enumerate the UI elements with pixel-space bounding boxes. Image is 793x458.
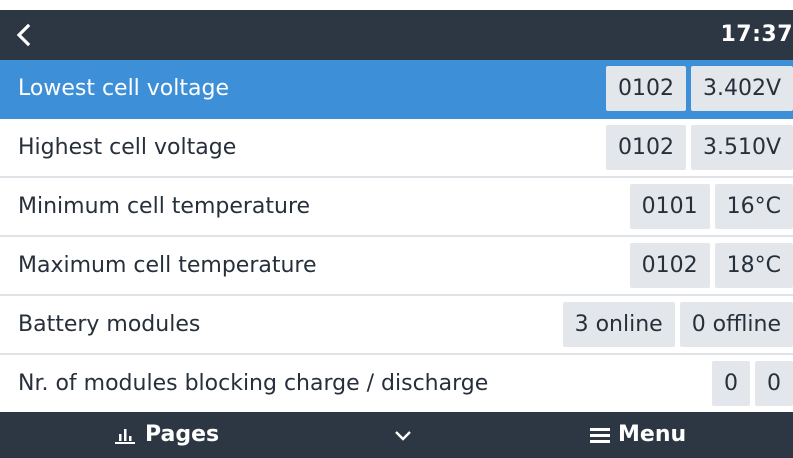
temperature-value: 16°C [714,184,793,229]
chevron-down-icon [392,426,414,446]
row-maximum-cell-temperature[interactable]: Maximum cell temperature 0102 18°C [0,237,793,296]
voltage-value: 3.510V [690,125,793,170]
bottom-bar: Pages Menu [0,412,793,458]
row-modules-blocking[interactable]: Nr. of modules blocking charge / dischar… [0,355,793,414]
row-label: Battery modules [18,312,201,337]
cell-id-value: 0102 [605,66,686,111]
bar-chart-icon [115,426,135,444]
temperature-value: 18°C [714,243,793,288]
row-label: Lowest cell voltage [18,76,229,101]
clock-time: 17:37 [720,22,793,47]
row-values: 0102 3.402V [605,66,793,111]
hamburger-menu-icon [590,426,610,444]
row-values: 3 online 0 offline [562,302,793,347]
row-minimum-cell-temperature[interactable]: Minimum cell temperature 0101 16°C [0,178,793,237]
row-lowest-cell-voltage[interactable]: Lowest cell voltage 0102 3.402V [0,60,793,119]
expand-button[interactable] [392,426,414,446]
menu-button[interactable]: Menu [590,412,686,458]
blocking-charge-value: 0 [712,361,750,406]
row-values: 0102 3.510V [605,125,793,170]
row-values: 0102 18°C [629,243,793,288]
back-chevron-icon[interactable] [12,23,36,47]
row-values: 0101 16°C [629,184,793,229]
row-values: 0 0 [712,361,793,406]
blocking-discharge-value: 0 [755,361,793,406]
top-bar: 17:37 [0,10,793,60]
row-label: Highest cell voltage [18,135,237,160]
pages-button[interactable]: Pages [115,412,219,458]
row-battery-modules[interactable]: Battery modules 3 online 0 offline [0,296,793,355]
row-highest-cell-voltage[interactable]: Highest cell voltage 0102 3.510V [0,119,793,178]
row-label: Minimum cell temperature [18,194,311,219]
cell-id-value: 0102 [629,243,710,288]
row-label: Nr. of modules blocking charge / dischar… [18,371,489,396]
cell-id-value: 0102 [605,125,686,170]
voltage-value: 3.402V [690,66,793,111]
cell-stats-list: Lowest cell voltage 0102 3.402V Highest … [0,60,793,414]
device-list-screen: 17:37 Lowest cell voltage 0102 3.402V Hi… [0,0,793,458]
menu-label: Menu [618,422,687,447]
online-count-value: 3 online [562,302,675,347]
pages-label: Pages [145,422,220,447]
cell-id-value: 0101 [629,184,710,229]
offline-count-value: 0 offline [679,302,793,347]
row-label: Maximum cell temperature [18,253,317,278]
